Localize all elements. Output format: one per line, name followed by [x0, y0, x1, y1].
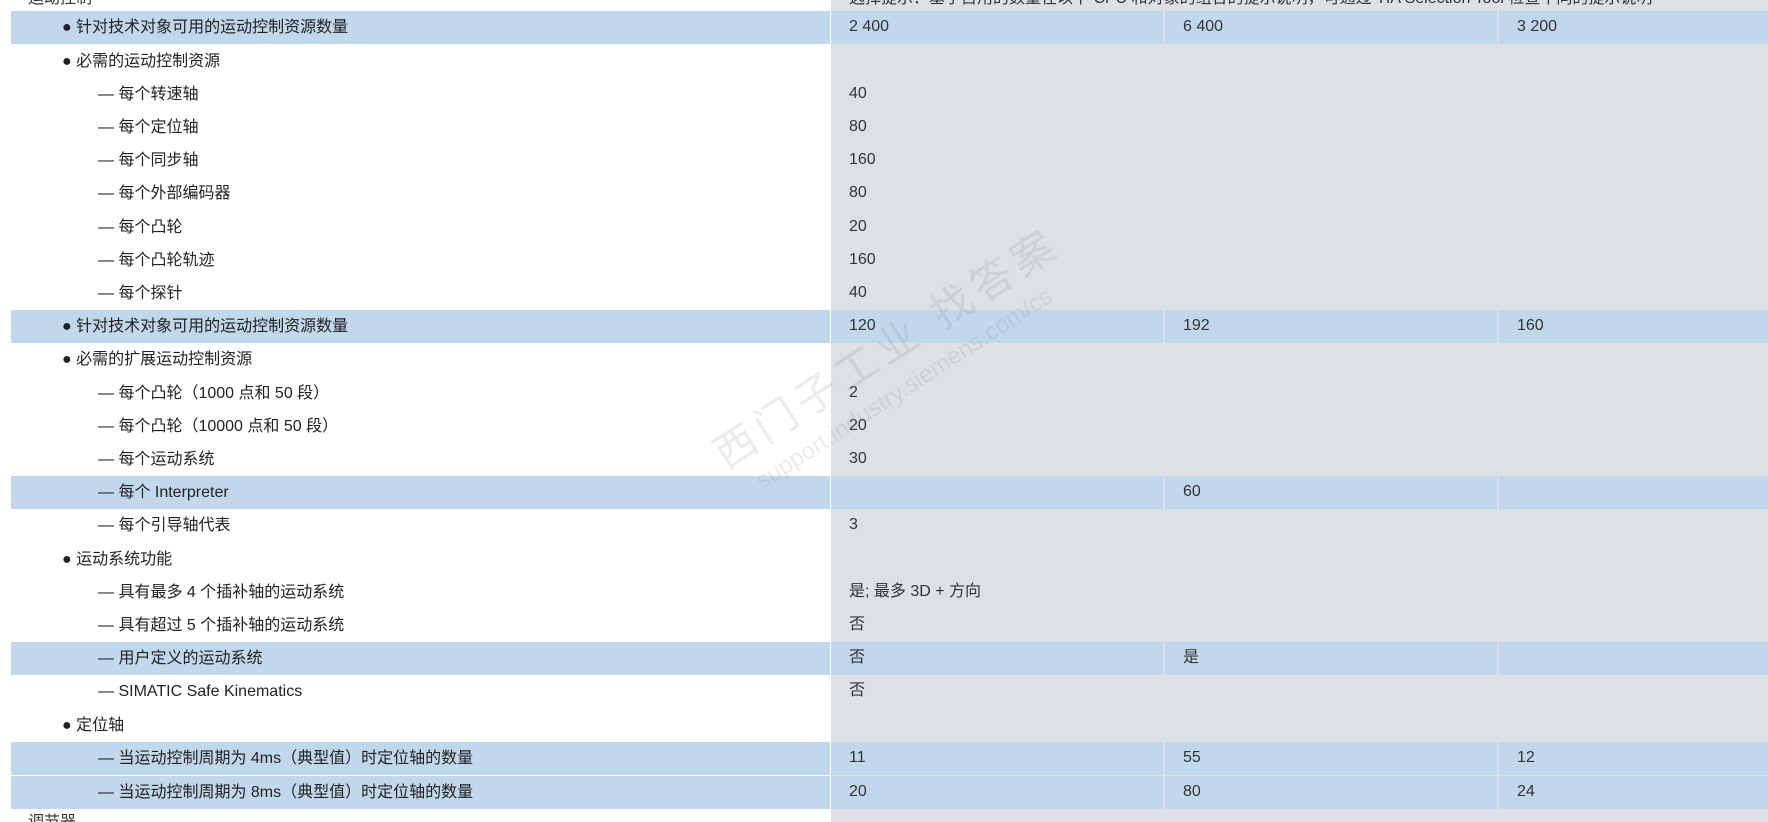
table-row: — 当运动控制周期为 4ms（典型值）时定位轴的数量 11 55 12	[0, 742, 1768, 775]
row-value-1: 20	[849, 218, 867, 235]
row-label: — 具有最多 4 个插补轴的运动系统	[98, 584, 345, 601]
row-value-1: 160	[849, 251, 876, 268]
table-row: — 每个探针 40	[0, 277, 1768, 310]
table-row: — SIMATIC Safe Kinematics 否	[0, 675, 1768, 708]
row-label: ● 定位轴	[62, 717, 125, 734]
row-value-1: 80	[849, 184, 867, 201]
table-row: — 每个定位轴 80	[0, 111, 1768, 144]
row-value-2: 192	[1183, 317, 1210, 334]
table-row: — 每个引导轴代表 3	[0, 509, 1768, 542]
table-row: — 每个凸轮 20	[0, 211, 1768, 244]
row-value-2: 55	[1183, 749, 1201, 766]
row-label: — 每个探针	[98, 285, 183, 302]
next-row-label: 调节器	[28, 812, 76, 822]
row-label: — 每个运动系统	[98, 451, 215, 468]
row-value-1: 40	[849, 85, 867, 102]
row-value-2: 6 400	[1183, 18, 1224, 35]
table-row: ● 必需的扩展运动控制资源	[0, 343, 1768, 376]
row-label: — 当运动控制周期为 4ms（典型值）时定位轴的数量	[98, 750, 474, 767]
row-value-1: 30	[849, 450, 867, 467]
row-label: ● 针对技术对象可用的运动控制资源数量	[62, 318, 349, 335]
table-row: — 每个凸轮（1000 点和 50 段） 2	[0, 377, 1768, 410]
table-row: — 当运动控制周期为 8ms（典型值）时定位轴的数量 20 80 24	[0, 776, 1768, 809]
table-row: — 用户定义的运动系统 否 是	[0, 642, 1768, 675]
row-label: — 每个 Interpreter	[98, 484, 229, 501]
row-value-3: 160	[1517, 317, 1544, 334]
row-label: — SIMATIC Safe Kinematics	[98, 683, 303, 700]
table-row: ● 针对技术对象可用的运动控制资源数量 2 400 6 400 3 200	[0, 11, 1768, 44]
table-row: — 每个外部编码器 80	[0, 177, 1768, 210]
row-value-3: 24	[1517, 783, 1535, 800]
row-label: — 每个凸轮轨迹	[98, 252, 215, 269]
row-label: — 每个同步轴	[98, 152, 199, 169]
row-label: — 每个定位轴	[98, 119, 199, 136]
table-row: — 每个转速轴 40	[0, 78, 1768, 111]
row-label: — 每个凸轮（10000 点和 50 段）	[98, 418, 339, 435]
table-row: — 每个同步轴 160	[0, 144, 1768, 177]
row-value-1: 2	[849, 384, 858, 401]
row-value-2: 60	[1183, 483, 1201, 500]
row-value-3: 12	[1517, 749, 1535, 766]
table-row: ● 定位轴	[0, 709, 1768, 742]
row-value-1: 3	[849, 516, 858, 533]
table-row: ● 运动系统功能	[0, 543, 1768, 576]
row-label: — 具有超过 5 个插补轴的运动系统	[98, 617, 345, 634]
row-label: — 用户定义的运动系统	[98, 650, 263, 667]
row-value-1: 是; 最多 3D + 方向	[849, 583, 982, 600]
table-row: — 每个 Interpreter 60	[0, 476, 1768, 509]
table-row: — 每个凸轮轨迹 160	[0, 244, 1768, 277]
row-label: ● 针对技术对象可用的运动控制资源数量	[62, 19, 349, 36]
row-value-1: 20	[849, 417, 867, 434]
row-label: — 每个凸轮（1000 点和 50 段）	[98, 385, 330, 402]
table-row: — 每个凸轮（10000 点和 50 段） 20	[0, 410, 1768, 443]
row-label: ● 运动系统功能	[62, 551, 173, 568]
row-label: — 每个引导轴代表	[98, 517, 231, 534]
row-label: — 每个外部编码器	[98, 185, 231, 202]
next-row-fragment: 调节器	[0, 812, 1768, 822]
row-label: — 每个凸轮	[98, 219, 183, 236]
table-row: ● 必需的运动控制资源	[0, 45, 1768, 78]
row-value-1: 11	[849, 749, 866, 766]
row-value-3: 3 200	[1517, 18, 1558, 35]
row-label: — 每个转速轴	[98, 86, 199, 103]
row-label: — 当运动控制周期为 8ms（典型值）时定位轴的数量	[98, 784, 474, 801]
row-value-1: 120	[849, 317, 876, 334]
row-value-1: 40	[849, 284, 867, 301]
table-row: — 具有超过 5 个插补轴的运动系统 否	[0, 609, 1768, 642]
row-value-1: 20	[849, 783, 867, 800]
row-value-2: 是	[1183, 649, 1200, 666]
row-label: ● 必需的扩展运动控制资源	[62, 351, 253, 368]
row-value-1: 2 400	[849, 18, 890, 35]
row-value-1: 否	[849, 682, 866, 699]
row-value-1: 否	[849, 616, 866, 633]
row-value-1: 否	[849, 649, 866, 666]
previous-row-label: 运动控制	[28, 0, 92, 10]
table-row: — 具有最多 4 个插补轴的运动系统 是; 最多 3D + 方向	[0, 576, 1768, 609]
row-value-1: 160	[849, 151, 876, 168]
row-label: ● 必需的运动控制资源	[62, 53, 221, 70]
table-row: ● 针对技术对象可用的运动控制资源数量 120 192 160	[0, 310, 1768, 343]
row-value-2: 80	[1183, 783, 1201, 800]
previous-row-value: 选择提示：基于占用的数量在以下 CPU 和对象的组合的提示说明，可通过 TIA …	[849, 0, 1652, 10]
row-value-1: 80	[849, 118, 867, 135]
table-row: — 每个运动系统 30	[0, 443, 1768, 476]
